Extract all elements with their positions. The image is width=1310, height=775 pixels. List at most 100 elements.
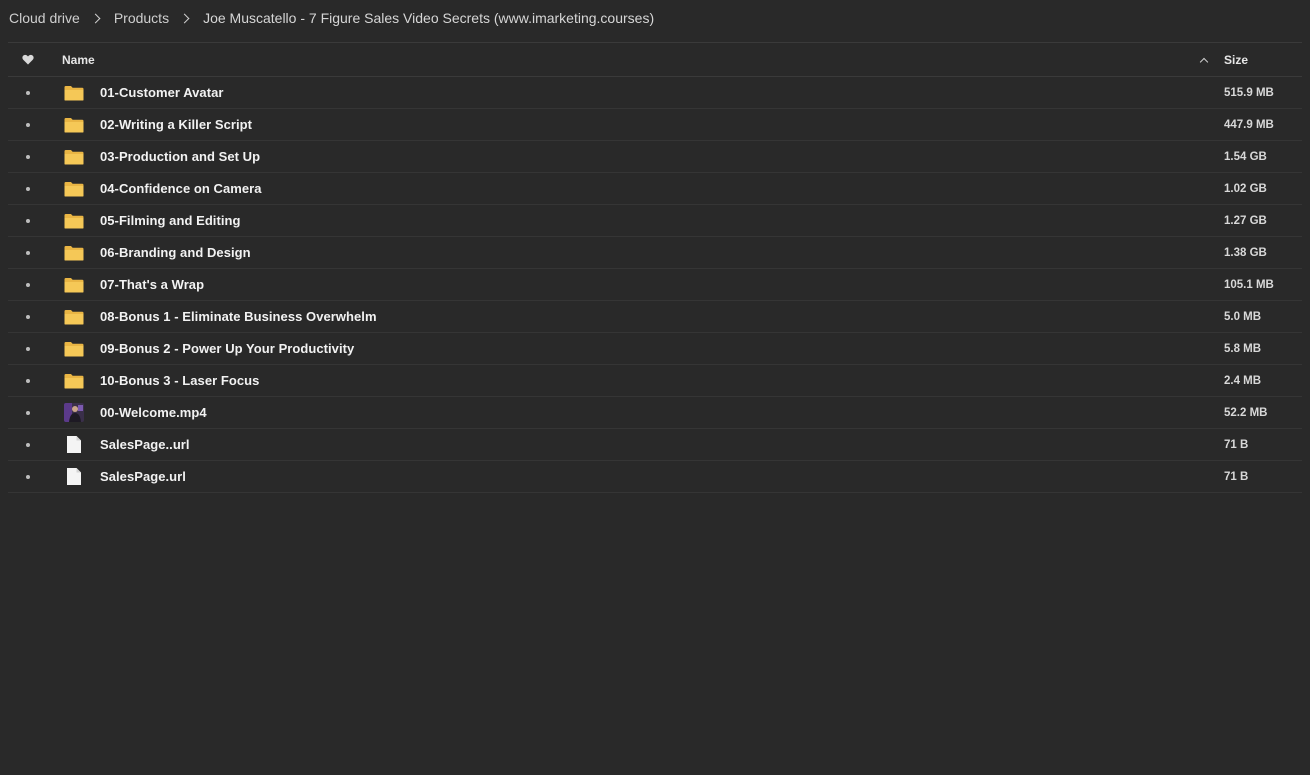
favorite-toggle[interactable] bbox=[8, 474, 48, 479]
name-column-header[interactable]: Name bbox=[48, 53, 1184, 67]
dot-icon bbox=[26, 442, 30, 447]
item-size: 1.02 GB bbox=[1224, 182, 1267, 195]
dot-icon bbox=[26, 90, 30, 95]
dot-icon bbox=[26, 282, 30, 287]
favorite-toggle[interactable] bbox=[8, 90, 48, 95]
folder-icon bbox=[64, 309, 84, 324]
folder-row[interactable]: 06-Branding and Design 1.38 GB bbox=[8, 237, 1302, 269]
dot-icon bbox=[26, 122, 30, 127]
dot-icon bbox=[26, 154, 30, 159]
item-size: 5.0 MB bbox=[1224, 310, 1262, 323]
dot-icon bbox=[26, 346, 30, 351]
folder-icon bbox=[64, 117, 84, 132]
item-name: 07-That's a Wrap bbox=[100, 277, 205, 292]
favorite-toggle[interactable] bbox=[8, 122, 48, 127]
folder-row[interactable]: 07-That's a Wrap 105.1 MB bbox=[8, 269, 1302, 301]
item-size: 1.27 GB bbox=[1224, 214, 1267, 227]
folder-row[interactable]: 10-Bonus 3 - Laser Focus 2.4 MB bbox=[8, 365, 1302, 397]
item-thumbnail bbox=[48, 309, 100, 325]
item-thumbnail bbox=[48, 373, 100, 389]
folder-icon bbox=[64, 181, 84, 196]
item-name: 01-Customer Avatar bbox=[100, 85, 224, 100]
heart-icon bbox=[22, 54, 34, 65]
item-size: 5.8 MB bbox=[1224, 342, 1262, 355]
favorite-toggle[interactable] bbox=[8, 378, 48, 383]
favorite-toggle[interactable] bbox=[8, 442, 48, 447]
item-size: 1.38 GB bbox=[1224, 246, 1267, 259]
item-thumbnail bbox=[48, 245, 100, 261]
folder-row[interactable]: 04-Confidence on Camera 1.02 GB bbox=[8, 173, 1302, 205]
item-size: 447.9 MB bbox=[1224, 118, 1274, 131]
favorite-toggle[interactable] bbox=[8, 410, 48, 415]
file-row[interactable]: SalesPage.url 71 B bbox=[8, 461, 1302, 493]
file-icon bbox=[67, 468, 81, 485]
file-table: Name Size 01-Customer Avatar 515.9 MB 02… bbox=[0, 42, 1310, 493]
dot-icon bbox=[26, 410, 30, 415]
folder-row[interactable]: 02-Writing a Killer Script 447.9 MB bbox=[8, 109, 1302, 141]
favorite-toggle[interactable] bbox=[8, 314, 48, 319]
video-thumbnail-icon bbox=[64, 403, 84, 422]
folder-row[interactable]: 01-Customer Avatar 515.9 MB bbox=[8, 77, 1302, 109]
dot-icon bbox=[26, 250, 30, 255]
dot-icon bbox=[26, 474, 30, 479]
item-thumbnail bbox=[48, 149, 100, 165]
item-thumbnail bbox=[48, 181, 100, 197]
item-name: 04-Confidence on Camera bbox=[100, 181, 262, 196]
favorite-toggle[interactable] bbox=[8, 186, 48, 191]
item-thumbnail bbox=[48, 117, 100, 133]
favorite-toggle[interactable] bbox=[8, 250, 48, 255]
file-row[interactable]: 00-Welcome.mp4 52.2 MB bbox=[8, 397, 1302, 429]
item-name: SalesPage.url bbox=[100, 469, 186, 484]
item-name: 02-Writing a Killer Script bbox=[100, 117, 253, 132]
chevron-right-icon bbox=[179, 13, 190, 23]
folder-row[interactable]: 09-Bonus 2 - Power Up Your Productivity … bbox=[8, 333, 1302, 365]
item-thumbnail bbox=[48, 403, 100, 422]
item-size: 105.1 MB bbox=[1224, 278, 1274, 291]
folder-row[interactable]: 08-Bonus 1 - Eliminate Business Overwhel… bbox=[8, 301, 1302, 333]
favorite-toggle[interactable] bbox=[8, 346, 48, 351]
chevron-right-icon bbox=[90, 13, 101, 23]
item-size: 515.9 MB bbox=[1224, 86, 1274, 99]
item-size: 52.2 MB bbox=[1224, 406, 1268, 419]
file-list: 01-Customer Avatar 515.9 MB 02-Writing a… bbox=[0, 77, 1310, 493]
item-name: 08-Bonus 1 - Eliminate Business Overwhel… bbox=[100, 309, 377, 324]
breadcrumb-cloud-drive[interactable]: Cloud drive bbox=[9, 10, 80, 26]
item-thumbnail bbox=[48, 277, 100, 293]
dot-icon bbox=[26, 186, 30, 191]
item-thumbnail bbox=[48, 213, 100, 229]
dot-icon bbox=[26, 314, 30, 319]
item-name: 03-Production and Set Up bbox=[100, 149, 261, 164]
folder-row[interactable]: 05-Filming and Editing 1.27 GB bbox=[8, 205, 1302, 237]
item-thumbnail bbox=[48, 435, 100, 454]
item-size: 1.54 GB bbox=[1224, 150, 1267, 163]
size-column-header[interactable]: Size bbox=[1224, 53, 1302, 67]
breadcrumb: Cloud drive Products Joe Muscatello - 7 … bbox=[0, 0, 1310, 36]
item-name: 05-Filming and Editing bbox=[100, 213, 241, 228]
favorite-toggle[interactable] bbox=[8, 218, 48, 223]
chevron-up-icon bbox=[1199, 57, 1209, 66]
folder-icon bbox=[64, 85, 84, 100]
item-thumbnail bbox=[48, 85, 100, 101]
dot-icon bbox=[26, 378, 30, 383]
favorite-column-header[interactable] bbox=[8, 54, 48, 65]
favorite-toggle[interactable] bbox=[8, 282, 48, 287]
item-size: 71 B bbox=[1224, 470, 1249, 483]
item-name: 06-Branding and Design bbox=[100, 245, 251, 260]
folder-row[interactable]: 03-Production and Set Up 1.54 GB bbox=[8, 141, 1302, 173]
breadcrumb-products[interactable]: Products bbox=[114, 10, 169, 26]
folder-icon bbox=[64, 245, 84, 260]
file-row[interactable]: SalesPage..url 71 B bbox=[8, 429, 1302, 461]
folder-icon bbox=[64, 277, 84, 292]
sort-toggle[interactable] bbox=[1184, 55, 1224, 66]
breadcrumb-current-folder[interactable]: Joe Muscatello - 7 Figure Sales Video Se… bbox=[203, 10, 654, 26]
file-icon bbox=[67, 436, 81, 453]
item-size: 71 B bbox=[1224, 438, 1249, 451]
item-size: 2.4 MB bbox=[1224, 374, 1262, 387]
folder-icon bbox=[64, 341, 84, 356]
item-thumbnail bbox=[48, 467, 100, 486]
folder-icon bbox=[64, 373, 84, 388]
favorite-toggle[interactable] bbox=[8, 154, 48, 159]
table-header: Name Size bbox=[8, 42, 1302, 77]
item-name: 00-Welcome.mp4 bbox=[100, 405, 207, 420]
item-name: 10-Bonus 3 - Laser Focus bbox=[100, 373, 260, 388]
